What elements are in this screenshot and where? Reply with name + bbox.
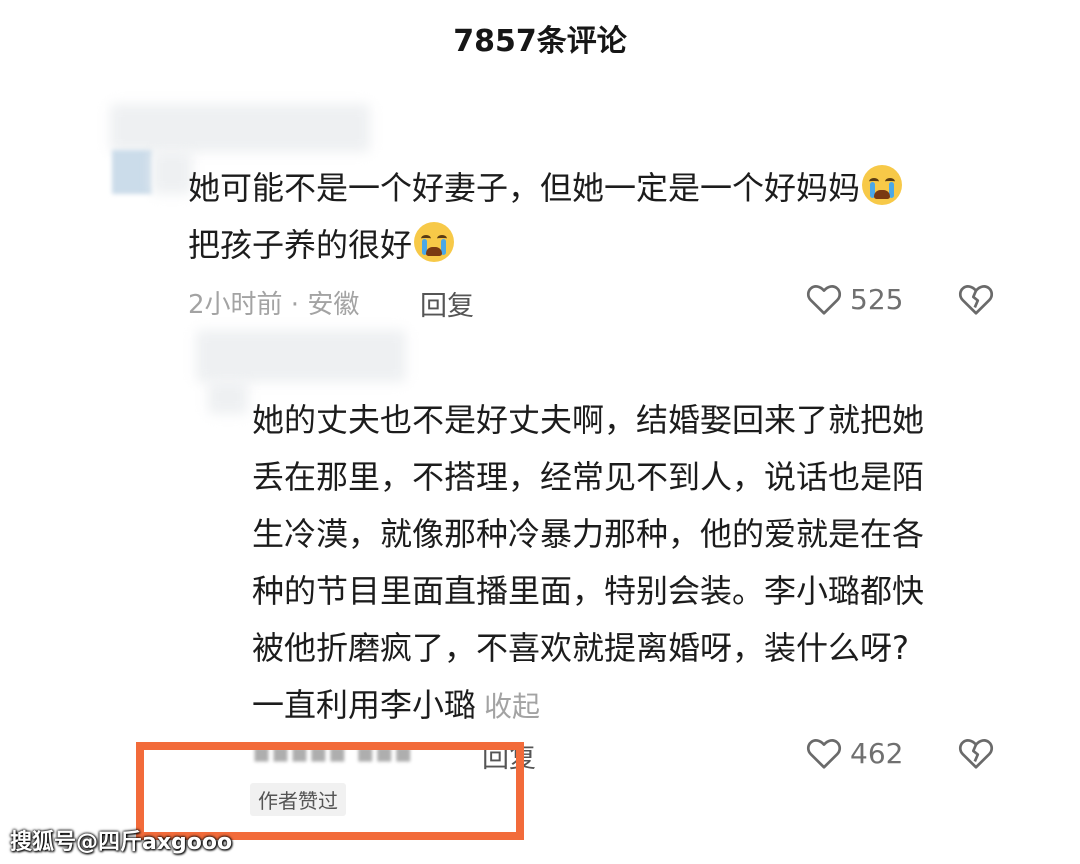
avatar-blur	[152, 150, 192, 194]
dislike-button[interactable]	[958, 282, 994, 320]
comment-meta: 2小时前 · 安徽	[188, 290, 360, 320]
reply-button[interactable]: 回复	[420, 284, 474, 323]
watermark: 搜狐号@四斤axgooo	[10, 830, 233, 855]
like-count: 525	[850, 282, 904, 316]
avatar-blur	[208, 380, 248, 414]
broken-heart-icon	[958, 285, 994, 315]
crying-face-emoji-icon	[414, 222, 455, 262]
comment-line: 她可能不是一个好妻子，但她一定是一个好妈妈	[188, 169, 861, 207]
comment-line: 种的节目里面直播里面，特别会装。李小璐都快	[252, 572, 925, 610]
comment-count-title: 7857条评论	[453, 24, 627, 59]
comment-line: 被他折磨疯了，不喜欢就提离婚呀，装什么呀?	[252, 629, 909, 667]
username-blur	[110, 104, 370, 152]
username-blur	[196, 330, 406, 382]
like-count: 462	[850, 736, 904, 770]
comment-line: 生冷漠，就像那种冷暴力那种，他的爱就是在各	[252, 515, 925, 553]
comment-line: 她的丈夫也不是好丈夫啊，结婚娶回来了就把她	[252, 401, 925, 439]
like-button[interactable]: 462	[806, 736, 903, 770]
collapse-button[interactable]: 收起	[484, 690, 540, 723]
comment-line: 把孩子养的很好	[188, 226, 413, 264]
comment-line: 丢在那里，不搭理，经常见不到人，说话也是陌	[252, 458, 925, 496]
reply-comment-text: 她的丈夫也不是好丈夫啊，结婚娶回来了就把她 丢在那里，不搭理，经常见不到人，说话…	[252, 392, 924, 735]
avatar[interactable]	[112, 150, 152, 194]
dislike-button[interactable]	[958, 736, 994, 774]
like-button[interactable]: 525	[806, 282, 903, 316]
comment-text: 她可能不是一个好妻子，但她一定是一个好妈妈 把孩子养的很好	[188, 160, 903, 274]
heart-icon	[806, 739, 842, 769]
heart-icon	[806, 285, 842, 315]
crying-face-emoji-icon	[862, 165, 903, 205]
broken-heart-icon	[958, 739, 994, 769]
comment-line: 一直利用李小璐	[252, 686, 477, 724]
